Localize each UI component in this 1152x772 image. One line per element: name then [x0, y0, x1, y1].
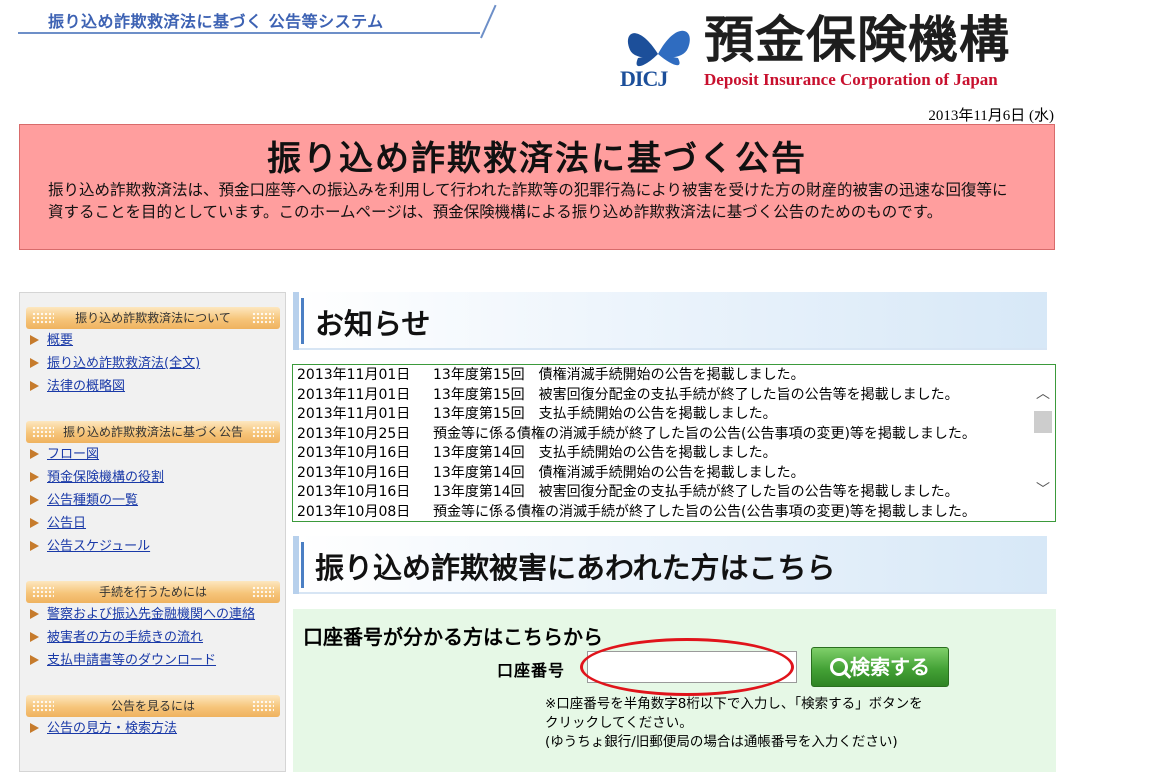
sidebar-item-notice-date[interactable]: 公告日 — [30, 514, 86, 534]
sidebar-link[interactable]: 公告スケジュール — [47, 539, 150, 554]
sidebar-item-flow[interactable]: フロー図 — [30, 445, 99, 465]
triangle-bullet-icon — [30, 723, 39, 733]
sidebar-link[interactable]: 概要 — [47, 333, 73, 348]
news-date: 2013年11月01日 — [297, 386, 411, 403]
sidebar-item-overview[interactable]: 概要 — [30, 331, 73, 351]
triangle-bullet-icon — [30, 449, 39, 459]
scroll-thumb[interactable] — [1034, 411, 1052, 433]
victim-section-header: 振り込め詐欺被害にあわれた方はこちら — [293, 536, 1047, 594]
news-item[interactable]: 2013年10月08日 預金等に係る債権の消滅手続が終了した旨の公告(公告事項の変… — [297, 503, 1029, 522]
sidebar-heading-procedures: 手続を行うためには — [26, 581, 280, 603]
sidebar-item-how-to-search[interactable]: 公告の見方・検索方法 — [30, 719, 177, 739]
sidebar-item-victim-flow[interactable]: 被害者の方の手続きの流れ — [30, 628, 203, 648]
news-date: 2013年11月01日 — [297, 367, 411, 383]
sidebar-link[interactable]: 警察および振込先金融機関への連絡 — [47, 607, 255, 622]
news-date: 2013年10月16日 — [297, 445, 411, 461]
sidebar-item-law-diagram[interactable]: 法律の概略図 — [30, 377, 125, 397]
sidebar-link[interactable]: 法律の概略図 — [47, 379, 125, 394]
news-item[interactable]: 2013年11月01日 13年度第15回 支払手続開始の公告を掲載しました。 — [297, 405, 1029, 425]
logo-abbr: DICJ — [620, 66, 668, 91]
news-text: 13年度第15回 被害回復分配金の支払手続が終了した旨の公告等を掲載しました。 — [433, 386, 959, 403]
triangle-bullet-icon — [30, 541, 39, 551]
sidebar-heading-notices: 振り込め詐欺救済法に基づく公告 — [26, 421, 280, 443]
sidebar-item-download[interactable]: 支払申請書等のダウンロード — [30, 651, 216, 671]
triangle-bullet-icon — [30, 358, 39, 368]
news-date: 2013年10月25日 — [297, 425, 411, 442]
tab-slash-decoration — [480, 4, 497, 39]
news-date: 2013年10月16日 — [297, 464, 411, 481]
news-list: 2013年11月01日 13年度第15回 債権消滅手続開始の公告を掲載しました。 2… — [297, 366, 1029, 522]
search-note: ※口座番号を半角数字8桁以下で入力し、「検索する」ボタンを クリックしてください… — [545, 695, 923, 752]
news-heading: お知らせ — [315, 307, 431, 341]
news-scrollbar[interactable]: ︿ ﹀ — [1031, 365, 1055, 521]
sidebar-link[interactable]: 公告日 — [47, 516, 86, 531]
current-date: 2013年11月6日 (水) — [928, 108, 1054, 124]
triangle-bullet-icon — [30, 655, 39, 665]
triangle-bullet-icon — [30, 472, 39, 482]
news-section-header: お知らせ — [293, 292, 1047, 350]
system-title-tab: 振り込め詐欺救済法に基づく 公告等システム — [18, 0, 497, 39]
news-date: 2013年11月01日 — [297, 406, 411, 422]
sidebar-item-full-text[interactable]: 振り込め詐欺救済法(全文) — [30, 354, 200, 374]
triangle-bullet-icon — [30, 609, 39, 619]
news-item[interactable]: 2013年10月16日 13年度第14回 支払手続開始の公告を掲載しました。 — [297, 444, 1029, 464]
news-text: 13年度第14回 支払手続開始の公告を掲載しました。 — [433, 445, 777, 461]
search-button[interactable]: 検索する — [811, 647, 949, 687]
sidebar-link[interactable]: 支払申請書等のダウンロード — [47, 653, 216, 668]
news-item[interactable]: 2013年10月16日 13年度第14回 被害回復分配金の支払手続が終了した旨の公… — [297, 483, 1029, 503]
sidebar-item-contact[interactable]: 警察および振込先金融機関への連絡 — [30, 605, 255, 625]
sidebar-link[interactable]: 被害者の方の手続きの流れ — [47, 630, 203, 645]
sidebar-item-role[interactable]: 預金保険機構の役割 — [30, 468, 164, 488]
news-text: 13年度第15回 支払手続開始の公告を掲載しました。 — [433, 406, 777, 422]
news-text: 預金等に係る債権の消滅手続が終了した旨の公告(公告事項の変更)等を掲載しました。 — [433, 503, 976, 520]
account-search-area: 口座番号が分かる方はこちらから 口座番号 検索する ※口座番号を半角数字8桁以下… — [293, 609, 1056, 772]
search-note-line: (ゆうちょ銀行/旧郵便局の場合は通帳番号を入力ください) — [545, 734, 898, 750]
victim-heading: 振り込め詐欺被害にあわれた方はこちら — [315, 551, 836, 585]
news-text: 13年度第15回 債権消滅手続開始の公告を掲載しました。 — [433, 367, 805, 383]
sidebar-heading-view-notices: 公告を見るには — [26, 695, 280, 717]
account-number-input[interactable] — [587, 651, 797, 683]
sidebar-link[interactable]: 振り込め詐欺救済法(全文) — [47, 356, 200, 371]
news-text: 13年度第14回 債権消滅手続開始の公告を掲載しました。 — [433, 464, 805, 481]
org-name-en: Deposit Insurance Corporation of Japan — [704, 70, 998, 89]
triangle-bullet-icon — [30, 632, 39, 642]
sidebar-item-notice-types[interactable]: 公告種類の一覧 — [30, 491, 138, 511]
search-title: 口座番号が分かる方はこちらから — [303, 625, 603, 649]
sidebar-heading-about-law: 振り込め詐欺救済法について — [26, 307, 280, 329]
sidebar-item-schedule[interactable]: 公告スケジュール — [30, 537, 150, 557]
search-button-label: 検索する — [850, 655, 930, 679]
news-item[interactable]: 2013年11月01日 13年度第15回 被害回復分配金の支払手続が終了した旨の公… — [297, 386, 1029, 406]
search-note-line: ※口座番号を半角数字8桁以下で入力し、「検索する」ボタンを — [545, 696, 923, 712]
sidebar-link[interactable]: 預金保険機構の役割 — [47, 470, 164, 485]
page-description: 振り込め詐欺救済法は、預金口座等への振込みを利用して行われた詐欺等の犯罪行為によ… — [48, 181, 1008, 221]
news-text: 13年度第14回 被害回復分配金の支払手続が終了した旨の公告等を掲載しました。 — [433, 484, 959, 500]
news-date: 2013年10月16日 — [297, 484, 411, 500]
news-list-box[interactable]: 2013年11月01日 13年度第15回 債権消滅手続開始の公告を掲載しました。 2… — [292, 364, 1056, 522]
triangle-bullet-icon — [30, 495, 39, 505]
sidebar-link[interactable]: 公告の見方・検索方法 — [47, 721, 177, 736]
system-title: 振り込め詐欺救済法に基づく 公告等システム — [48, 12, 384, 31]
sidebar-link[interactable]: 公告種類の一覧 — [47, 493, 138, 508]
search-note-line: クリックしてください。 — [545, 715, 693, 731]
account-number-label: 口座番号 — [497, 661, 566, 680]
triangle-bullet-icon — [30, 335, 39, 345]
triangle-bullet-icon — [30, 381, 39, 391]
sidebar: 振り込め詐欺救済法について 概要 振り込め詐欺救済法(全文) 法律の概略図 振り… — [19, 292, 286, 772]
sidebar-link[interactable]: フロー図 — [47, 447, 99, 462]
search-icon — [830, 658, 848, 676]
page-banner: 振り込め詐欺救済法に基づく公告 振り込め詐欺救済法は、預金口座等への振込みを利用… — [19, 124, 1055, 250]
news-item[interactable]: 2013年10月16日 13年度第14回 債権消滅手続開始の公告を掲載しました。 — [297, 464, 1029, 484]
news-text: 預金等に係る債権の消滅手続が終了した旨の公告(公告事項の変更)等を掲載しました。 — [433, 425, 976, 442]
triangle-bullet-icon — [30, 518, 39, 528]
news-item[interactable]: 2013年11月01日 13年度第15回 債権消滅手続開始の公告を掲載しました。 — [297, 366, 1029, 386]
news-item[interactable]: 2013年10月25日 預金等に係る債権の消滅手続が終了した旨の公告(公告事項の変… — [297, 425, 1029, 445]
scroll-up-icon[interactable]: ︿ — [1036, 387, 1050, 401]
scroll-down-icon[interactable]: ﹀ — [1036, 483, 1050, 497]
news-date: 2013年10月08日 — [297, 503, 411, 520]
dicj-logo[interactable]: DICJ 預金保険機構 Deposit Insurance Corporatio… — [618, 8, 1058, 94]
page-title: 振り込め詐欺救済法に基づく公告 — [267, 139, 807, 179]
org-name-jp: 預金保険機構 — [704, 10, 1010, 69]
